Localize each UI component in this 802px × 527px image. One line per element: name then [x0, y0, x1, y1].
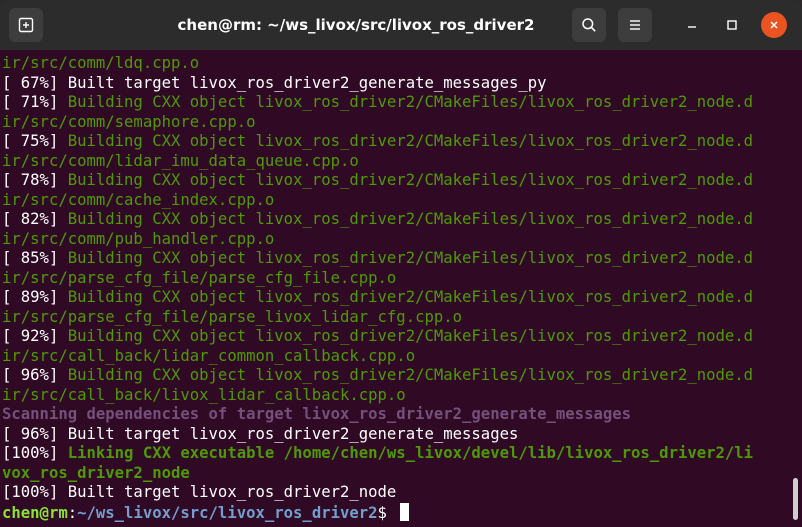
terminal-line: [ 96%] Built target livox_ros_driver2_ge…: [2, 425, 753, 445]
terminal-line: [ 82%] Building CXX object livox_ros_dri…: [2, 210, 753, 230]
terminal-text: Scanning dependencies of target livox_ro…: [2, 405, 632, 423]
scrollbar-thumb[interactable]: [793, 478, 798, 520]
terminal-line: ir/src/call_back/lidar_common_callback.c…: [2, 347, 753, 367]
terminal-line: [ 89%] Building CXX object livox_ros_dri…: [2, 288, 753, 308]
menu-button[interactable]: [618, 8, 652, 42]
search-icon: [582, 18, 596, 32]
terminal-text: [ 71%]: [2, 93, 68, 111]
terminal-line: vox_ros_driver2_node: [2, 464, 753, 484]
terminal-text: Building CXX object livox_ros_driver2/CM…: [67, 327, 754, 345]
terminal-line: [ 75%] Building CXX object livox_ros_dri…: [2, 132, 753, 152]
terminal-text: [ 67%]: [2, 73, 68, 92]
terminal-text: ir/src/comm/ldq.cpp.o: [2, 54, 200, 72]
terminal-text: Linking CXX executable /home/chen/ws_liv…: [67, 444, 754, 462]
title-bar: chen@rm: ~/ws_livox/src/livox_ros_driver…: [0, 0, 802, 50]
minimize-icon: [688, 26, 696, 28]
terminal-line: [ 78%] Building CXX object livox_ros_dri…: [2, 171, 753, 191]
terminal-text: ir/src/call_back/livox_lidar_callback.cp…: [2, 385, 406, 404]
terminal-line: [100%] Linking CXX executable /home/chen…: [2, 444, 753, 464]
terminal-line: [ 96%] Building CXX object livox_ros_dri…: [2, 366, 753, 386]
terminal-text: [ 96%]: [2, 366, 68, 384]
terminal-text: ir/src/comm/pub_handler.cpp.o: [2, 229, 275, 248]
terminal-line: [ 67%] Built target livox_ros_driver2_ge…: [2, 74, 753, 94]
terminal-text: [ 82%]: [2, 210, 68, 228]
terminal-text: [100%]: [2, 483, 68, 501]
terminal-output[interactable]: ir/src/comm/ldq.cpp.o[ 67%] Built target…: [0, 50, 802, 527]
terminal-text: [100%]: [2, 444, 68, 462]
terminal-text: [ 75%]: [2, 132, 68, 150]
terminal-text: ir/src/comm/cache_index.cpp.o: [2, 190, 275, 209]
search-button[interactable]: [572, 8, 606, 42]
terminal-line: ir/src/parse_cfg_file/parse_cfg_file.cpp…: [2, 269, 753, 289]
terminal-line: ir/src/comm/ldq.cpp.o: [2, 54, 753, 74]
terminal-line: ir/src/comm/semaphore.cpp.o: [2, 113, 753, 133]
new-tab-icon: [18, 17, 34, 33]
text-cursor: [400, 502, 410, 521]
prompt-line[interactable]: chen@rm:~/ws_livox/src/livox_ros_driver2…: [2, 502, 753, 523]
terminal-text: Built target livox_ros_driver2_node: [67, 483, 397, 501]
prompt-separator: :: [67, 503, 78, 522]
terminal-text: [ 89%]: [2, 288, 68, 306]
terminal-lines: ir/src/comm/ldq.cpp.o[ 67%] Built target…: [2, 54, 753, 522]
maximize-button[interactable]: [719, 12, 745, 38]
hamburger-menu-icon: [630, 20, 640, 30]
terminal-line: [ 71%] Building CXX object livox_ros_dri…: [2, 93, 753, 113]
terminal-text: Built target livox_ros_driver2_generate_…: [67, 73, 547, 92]
terminal-text: ir/src/call_back/lidar_common_callback.c…: [2, 346, 416, 365]
prompt-symbol: $: [377, 503, 397, 522]
close-icon: [770, 21, 778, 29]
terminal-text: Building CXX object livox_ros_driver2/CM…: [67, 171, 754, 189]
terminal-text: [ 96%]: [2, 424, 68, 443]
terminal-line: [100%] Built target livox_ros_driver2_no…: [2, 483, 753, 503]
minimize-button[interactable]: [679, 12, 705, 38]
terminal-text: Building CXX object livox_ros_driver2/CM…: [67, 249, 754, 267]
terminal-text: Building CXX object livox_ros_driver2/CM…: [67, 93, 754, 111]
terminal-text: [ 85%]: [2, 249, 68, 267]
terminal-line: ir/src/parse_cfg_file/parse_livox_lidar_…: [2, 308, 753, 328]
window-title: chen@rm: ~/ws_livox/src/livox_ros_driver…: [177, 16, 535, 34]
terminal-text: ir/src/comm/semaphore.cpp.o: [2, 112, 256, 131]
terminal-line: [ 92%] Building CXX object livox_ros_dri…: [2, 327, 753, 347]
terminal-line: ir/src/comm/pub_handler.cpp.o: [2, 230, 753, 250]
terminal-text: ir/src/parse_cfg_file/parse_cfg_file.cpp…: [2, 268, 397, 287]
terminal-text: Building CXX object livox_ros_driver2/CM…: [67, 288, 754, 306]
terminal-text: ir/src/comm/lidar_imu_data_queue.cpp.o: [2, 151, 359, 170]
prompt-path: ~/ws_livox/src/livox_ros_driver2: [77, 503, 378, 522]
terminal-text: [ 92%]: [2, 327, 68, 345]
terminal-line: [ 85%] Building CXX object livox_ros_dri…: [2, 249, 753, 269]
new-tab-button[interactable]: [9, 8, 43, 42]
terminal-line: ir/src/comm/lidar_imu_data_queue.cpp.o: [2, 152, 753, 172]
terminal-text: ir/src/parse_cfg_file/parse_livox_lidar_…: [2, 307, 463, 326]
terminal-text: Building CXX object livox_ros_driver2/CM…: [67, 132, 754, 150]
prompt-user-host: chen@rm: [2, 503, 68, 522]
terminal-text: Building CXX object livox_ros_driver2/CM…: [67, 366, 754, 384]
terminal-line: ir/src/call_back/livox_lidar_callback.cp…: [2, 386, 753, 406]
terminal-text: Built target livox_ros_driver2_generate_…: [67, 424, 519, 443]
terminal-line: ir/src/comm/cache_index.cpp.o: [2, 191, 753, 211]
close-button[interactable]: [761, 12, 787, 38]
maximize-icon: [727, 20, 737, 30]
terminal-window: chen@rm: ~/ws_livox/src/livox_ros_driver…: [0, 0, 802, 527]
terminal-text: vox_ros_driver2_node: [2, 463, 190, 482]
terminal-line: Scanning dependencies of target livox_ro…: [2, 405, 753, 425]
terminal-text: [ 78%]: [2, 171, 68, 189]
terminal-text: Building CXX object livox_ros_driver2/CM…: [67, 210, 754, 228]
